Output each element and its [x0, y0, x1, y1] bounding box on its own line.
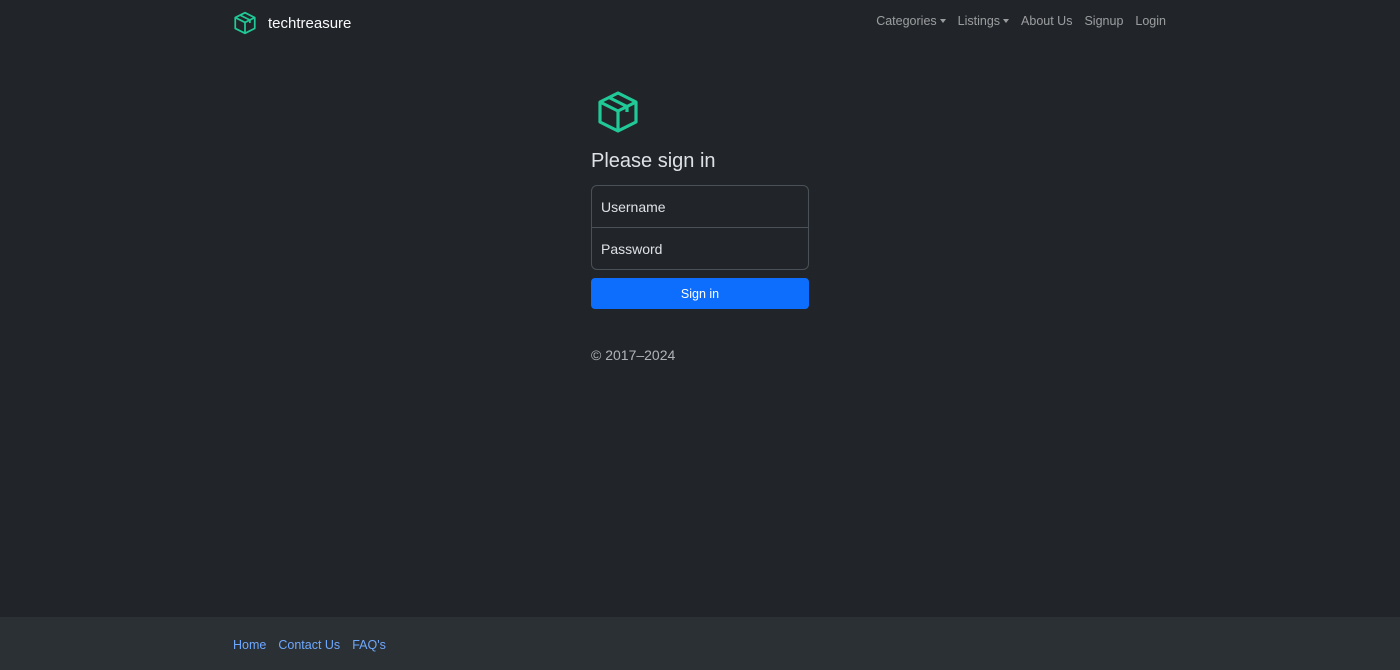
footer-contact-link[interactable]: Contact Us — [278, 638, 340, 652]
signin-heading: Please sign in — [591, 150, 716, 172]
nav-categories-dropdown[interactable]: Categories — [876, 14, 946, 28]
page-footer: Home Contact Us FAQ's — [0, 617, 1400, 670]
top-navbar: techtreasure Categories Listings About U… — [0, 0, 1400, 46]
footer-home-link[interactable]: Home — [233, 638, 266, 652]
nav-categories-label: Categories — [876, 14, 937, 28]
nav-listings-dropdown[interactable]: Listings — [957, 14, 1010, 28]
main-nav: Categories Listings About Us Signup Logi… — [876, 14, 1166, 28]
box-seam-icon — [598, 91, 638, 133]
nav-listings-label: Listings — [957, 14, 1001, 28]
box-seam-icon — [234, 11, 256, 35]
signin-logo — [591, 88, 809, 136]
nav-login-link[interactable]: Login — [1135, 14, 1166, 28]
brand-name: techtreasure — [268, 14, 352, 32]
copyright-text: © 2017–2024 — [591, 347, 676, 363]
caret-down-icon — [1003, 19, 1010, 23]
username-input[interactable] — [591, 185, 809, 228]
nav-signup-link[interactable]: Signup — [1084, 14, 1123, 28]
footer-links: Home Contact Us FAQ's — [233, 638, 386, 652]
password-input[interactable] — [591, 227, 809, 270]
footer-faq-link[interactable]: FAQ's — [352, 638, 386, 652]
signin-button[interactable]: Sign in — [591, 278, 809, 309]
nav-about-link[interactable]: About Us — [1021, 14, 1072, 28]
caret-down-icon — [939, 19, 946, 23]
signin-form: Please sign in Sign in © 2017–2024 — [591, 88, 809, 363]
brand-link[interactable]: techtreasure — [232, 10, 351, 36]
